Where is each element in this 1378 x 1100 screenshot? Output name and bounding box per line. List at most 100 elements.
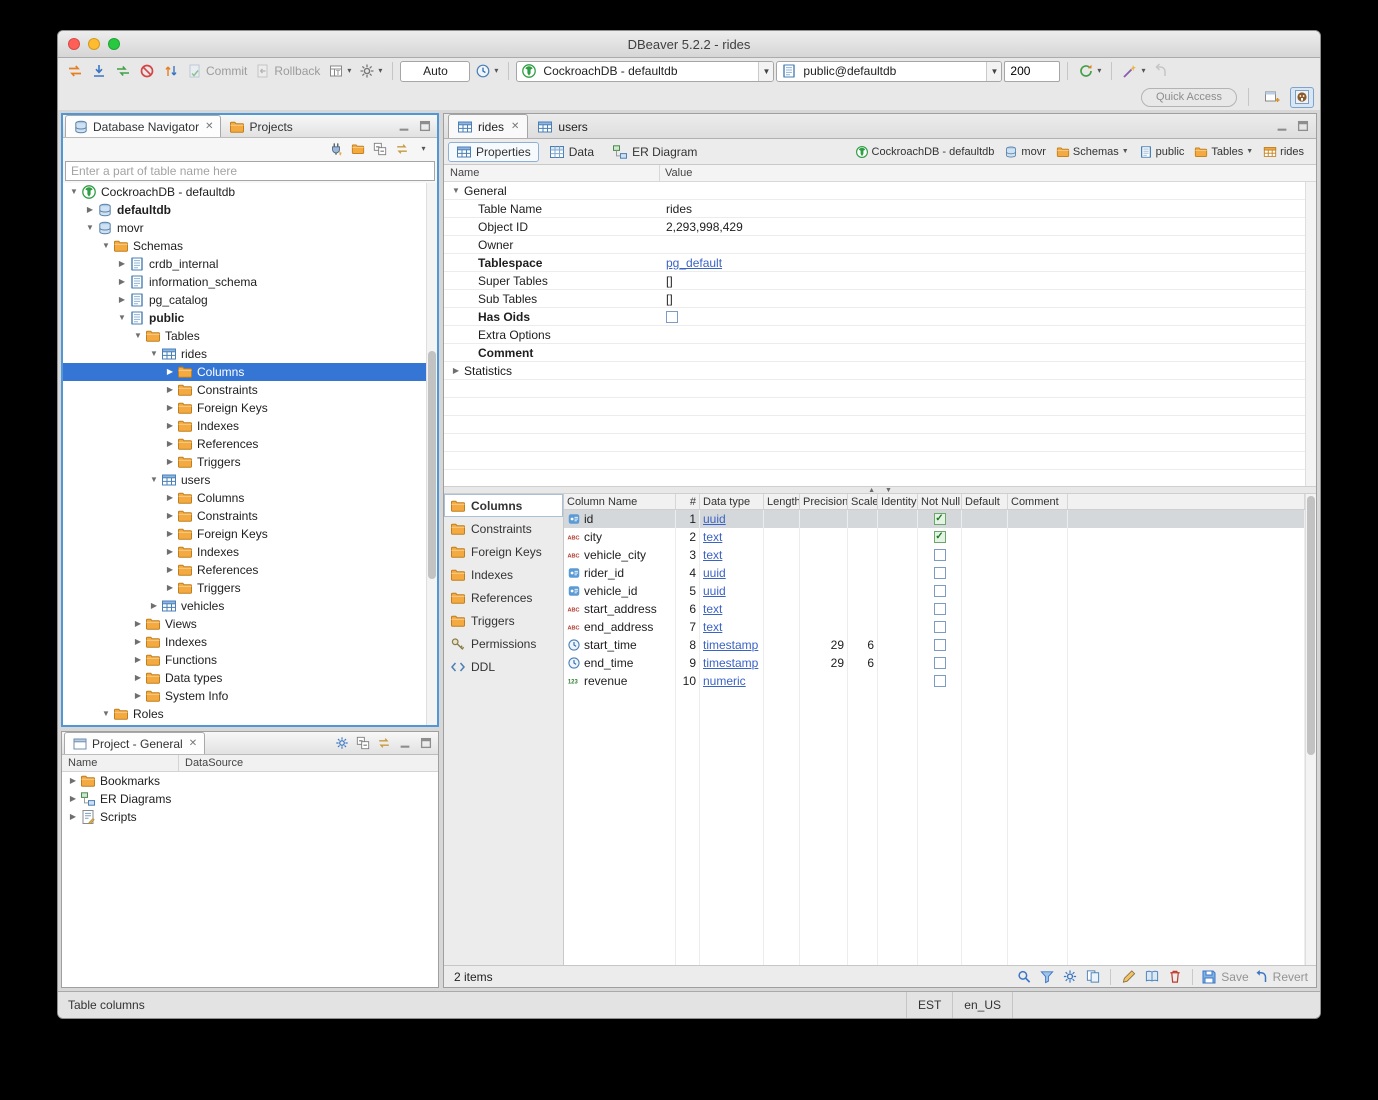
tree-item-tables[interactable]: ▼Tables: [63, 327, 426, 345]
tree-item-indexes[interactable]: ▶Indexes: [63, 543, 426, 561]
collapse-arrow-icon[interactable]: ▼: [450, 187, 462, 195]
column-row-start-address[interactable]: ABCstart_address6text: [564, 600, 1305, 618]
grid-header-length[interactable]: Length: [764, 494, 800, 509]
breadcrumb-item-cockroachdb-defaultdb[interactable]: CockroachDB - defaultdb: [851, 144, 999, 160]
not-null-checkbox[interactable]: [934, 603, 946, 615]
tree-item-triggers[interactable]: ▶Triggers: [63, 579, 426, 597]
detail-tab-indexes[interactable]: Indexes: [444, 563, 563, 586]
minimize-editor-button[interactable]: [1272, 117, 1291, 135]
data-type-link[interactable]: text: [703, 530, 722, 544]
not-null-checkbox[interactable]: [934, 639, 946, 651]
property-value[interactable]: []: [666, 274, 673, 288]
tree-item-triggers[interactable]: ▶Triggers: [63, 453, 426, 471]
close-tab-icon[interactable]: ✕: [189, 739, 197, 749]
column-row-vehicle-city[interactable]: ABCvehicle_city3text: [564, 546, 1305, 564]
scrollbar-thumb[interactable]: [1307, 496, 1315, 755]
detail-tab-ddl[interactable]: DDL: [444, 655, 563, 678]
tree-item-system-info[interactable]: ▶System Info: [63, 687, 426, 705]
save-button[interactable]: Save: [1201, 969, 1248, 985]
tree-item-rides[interactable]: ▼rides: [63, 345, 426, 363]
table-filter-input[interactable]: [65, 161, 435, 181]
property-group-general[interactable]: ▼General: [444, 182, 1305, 200]
detail-tab-references[interactable]: References: [444, 586, 563, 609]
expand-arrow-icon[interactable]: ▶: [450, 367, 462, 375]
grid-header-precision[interactable]: Precision: [800, 494, 848, 509]
expand-arrow-icon[interactable]: ▶: [131, 638, 145, 646]
expand-arrow-icon[interactable]: ▶: [131, 692, 145, 700]
transaction-settings-button[interactable]: ▾: [356, 60, 385, 82]
tree-item-vehicles[interactable]: ▶vehicles: [63, 597, 426, 615]
minimize-panel-button[interactable]: [394, 117, 413, 135]
property-value[interactable]: 2,293,998,429: [666, 220, 743, 234]
tree-item-references[interactable]: ▶References: [63, 561, 426, 579]
tree-item-public[interactable]: ▼public: [63, 309, 426, 327]
collapse-arrow-icon[interactable]: ▼: [147, 476, 161, 484]
breadcrumb-item-tables[interactable]: Tables▼: [1190, 144, 1257, 160]
properties-scrollbar[interactable]: [1305, 182, 1316, 486]
transfer-data-button[interactable]: [64, 60, 86, 82]
expand-arrow-icon[interactable]: ▶: [163, 404, 177, 412]
back-button[interactable]: [1150, 60, 1172, 82]
tree-item-schemas[interactable]: ▼Schemas: [63, 237, 426, 255]
maximize-panel-button[interactable]: [415, 117, 434, 135]
chevron-down-icon[interactable]: ▼: [986, 62, 1001, 81]
breadcrumb-item-rides[interactable]: rides: [1259, 144, 1308, 160]
expand-arrow-icon[interactable]: ▶: [66, 813, 80, 821]
not-null-checkbox[interactable]: [934, 585, 946, 597]
project-settings-button[interactable]: [332, 734, 351, 752]
project-item-bookmarks[interactable]: ▶Bookmarks: [62, 772, 438, 790]
collapse-arrow-icon[interactable]: ▼: [99, 242, 113, 250]
column-row-rider-id[interactable]: rider_id4uuid: [564, 564, 1305, 582]
tab-database-navigator[interactable]: Database Navigator ✕: [65, 115, 221, 137]
column-row-city[interactable]: ABCcity2text✓: [564, 528, 1305, 546]
grid-header-[interactable]: #: [676, 494, 700, 509]
data-type-link[interactable]: text: [703, 548, 722, 562]
disconnect-button[interactable]: [136, 60, 158, 82]
grid-header-identity[interactable]: Identity: [878, 494, 918, 509]
edit-button[interactable]: [1119, 968, 1138, 986]
tree-item-constraints[interactable]: ▶Constraints: [63, 381, 426, 399]
expand-arrow-icon[interactable]: ▶: [163, 386, 177, 394]
commit-timing-button[interactable]: ▾: [472, 60, 501, 82]
tree-item-crdb-internal[interactable]: ▶crdb_internal: [63, 255, 426, 273]
tree-item-movr[interactable]: ▼movr: [63, 219, 426, 237]
detail-tab-permissions[interactable]: Permissions: [444, 632, 563, 655]
commit-mode-select[interactable]: Auto: [400, 61, 470, 82]
quick-access-button[interactable]: Quick Access: [1141, 88, 1237, 107]
schema-select[interactable]: public@defaultdb ▼: [776, 61, 1002, 82]
collapse-arrow-icon[interactable]: ▼: [99, 710, 113, 718]
close-tab-icon[interactable]: ✕: [205, 122, 213, 132]
not-null-checkbox[interactable]: [934, 657, 946, 669]
property-value[interactable]: rides: [666, 202, 692, 216]
detail-tab-constraints[interactable]: Constraints: [444, 517, 563, 540]
rollback-button[interactable]: Rollback: [252, 60, 323, 82]
expand-arrow-icon[interactable]: ▶: [163, 458, 177, 466]
grid-header-column-name[interactable]: Column Name: [564, 494, 676, 509]
detail-tab-columns[interactable]: Columns: [444, 494, 563, 517]
data-type-link[interactable]: timestamp: [703, 656, 758, 670]
breadcrumb-item-schemas[interactable]: Schemas▼: [1052, 144, 1133, 160]
expand-arrow-icon[interactable]: ▶: [163, 440, 177, 448]
link-with-editor-button[interactable]: [392, 140, 411, 158]
expand-arrow-icon[interactable]: ▶: [115, 296, 129, 304]
minimize-window-button[interactable]: [88, 38, 100, 50]
not-null-checkbox[interactable]: [934, 549, 946, 561]
view-menu-button[interactable]: ▾: [414, 140, 433, 158]
titlebar[interactable]: DBeaver 5.2.2 - rides: [58, 31, 1320, 58]
column-row-id[interactable]: id1uuid✓: [564, 510, 1305, 528]
tree-item-indexes[interactable]: ▶Indexes: [63, 417, 426, 435]
expand-arrow-icon[interactable]: ▶: [147, 602, 161, 610]
grid-header-default[interactable]: Default: [962, 494, 1008, 509]
compare-data-button[interactable]: [112, 60, 134, 82]
column-row-revenue[interactable]: 123revenue10numeric: [564, 672, 1305, 690]
breadcrumb-item-public[interactable]: public: [1135, 144, 1189, 160]
chevron-down-icon[interactable]: ▼: [1246, 148, 1253, 155]
not-null-checkbox[interactable]: ✓: [934, 531, 946, 543]
fetch-results-button[interactable]: [88, 60, 110, 82]
column-row-start-time[interactable]: start_time8timestamp296: [564, 636, 1305, 654]
revert-button[interactable]: Revert: [1253, 969, 1308, 985]
data-type-link[interactable]: text: [703, 620, 722, 634]
collapse-all-button[interactable]: [353, 734, 372, 752]
tab-project-general[interactable]: Project - General ✕: [64, 732, 205, 754]
collapse-arrow-icon[interactable]: ▼: [131, 332, 145, 340]
